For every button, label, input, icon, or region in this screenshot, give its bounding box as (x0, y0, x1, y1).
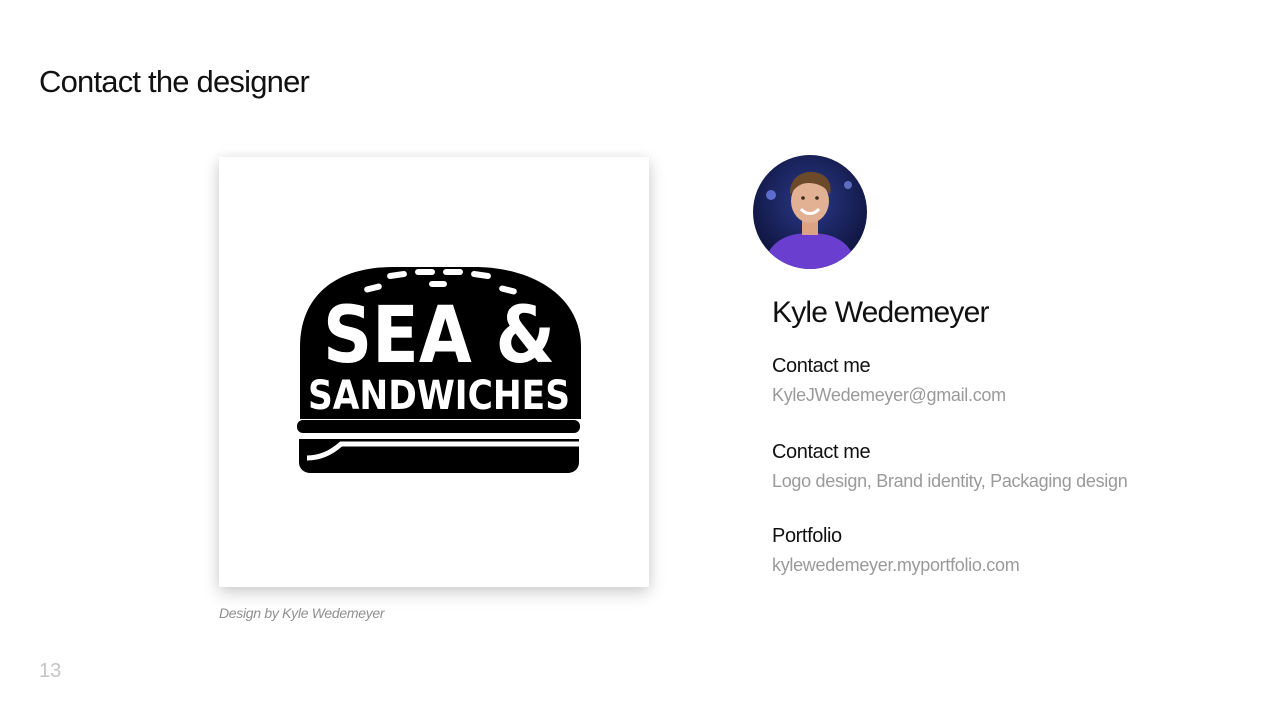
logo-line2: SANDWICHES (308, 373, 570, 419)
contact-email[interactable]: KyleJWedemeyer@gmail.com (772, 385, 1006, 406)
designer-avatar-photo (753, 155, 867, 269)
portfolio-label: Portfolio (772, 525, 842, 547)
burger-logo-icon: SEA & SANDWICHES (297, 267, 581, 473)
portfolio-link[interactable]: kylewedemeyer.myportfolio.com (772, 555, 1020, 576)
logo-line1: SEA & (323, 291, 555, 381)
patty (297, 420, 580, 433)
designer-name: Kyle Wedemeyer (772, 296, 989, 329)
logo-card: SEA & SANDWICHES (219, 157, 649, 587)
services-list: Logo design, Brand identity, Packaging d… (772, 471, 1128, 491)
page-title: Contact the designer (39, 64, 310, 99)
logo-caption: Design by Kyle Wedemeyer (219, 605, 385, 621)
sesame-seed (429, 281, 447, 287)
sesame-seed (443, 269, 463, 275)
slide: Contact the designer SEA & SANDWICHES De… (0, 0, 1280, 720)
designer-avatar (753, 155, 867, 269)
sesame-seed (415, 269, 435, 275)
contact-label: Contact me (772, 355, 871, 377)
page-number: 13 (39, 660, 62, 682)
services-label: Contact me (772, 441, 871, 463)
